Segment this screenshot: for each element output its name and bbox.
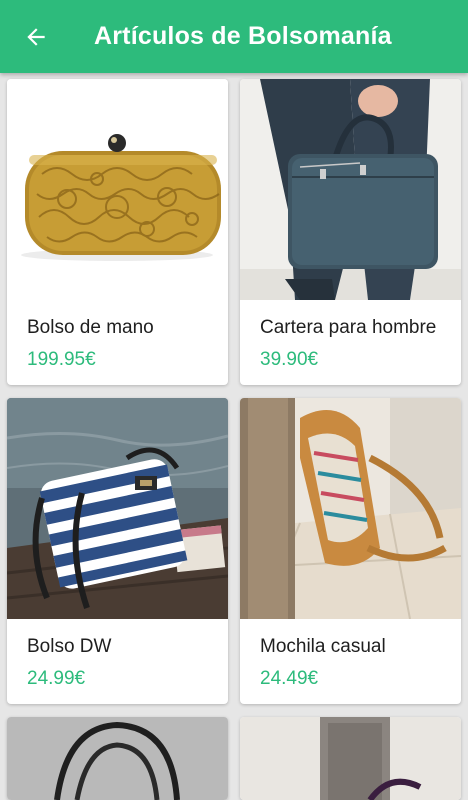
product-card[interactable]: Bolso DW 24.99€: [7, 398, 228, 704]
product-price: 24.99€: [27, 668, 86, 689]
product-name: Cartera para hombre: [260, 317, 437, 338]
product-image: [240, 717, 461, 800]
product-price: 24.49€: [260, 668, 319, 689]
product-name: Bolso DW: [27, 636, 112, 657]
product-image: [240, 398, 461, 619]
product-image: [240, 79, 461, 300]
product-image: [7, 717, 228, 800]
product-name: Mochila casual: [260, 636, 386, 657]
back-button[interactable]: [16, 19, 56, 55]
page-title: Artículos de Bolsomanía: [94, 22, 392, 50]
product-image: [7, 398, 228, 619]
product-card[interactable]: Mochila casual 24.49€: [240, 398, 461, 704]
product-image: [7, 79, 228, 300]
product-price: 39.90€: [260, 349, 319, 370]
product-name: Bolso de mano: [27, 317, 154, 338]
product-price: 199.95€: [27, 349, 96, 370]
app-bar: Artículos de Bolsomanía: [0, 0, 468, 73]
product-card[interactable]: Cartera para hombre 39.90€: [240, 79, 461, 385]
product-card[interactable]: Bolso de mano 199.95€: [7, 79, 228, 385]
product-card[interactable]: [7, 717, 228, 800]
arrow-left-icon: [27, 28, 45, 46]
product-card[interactable]: [240, 717, 461, 800]
